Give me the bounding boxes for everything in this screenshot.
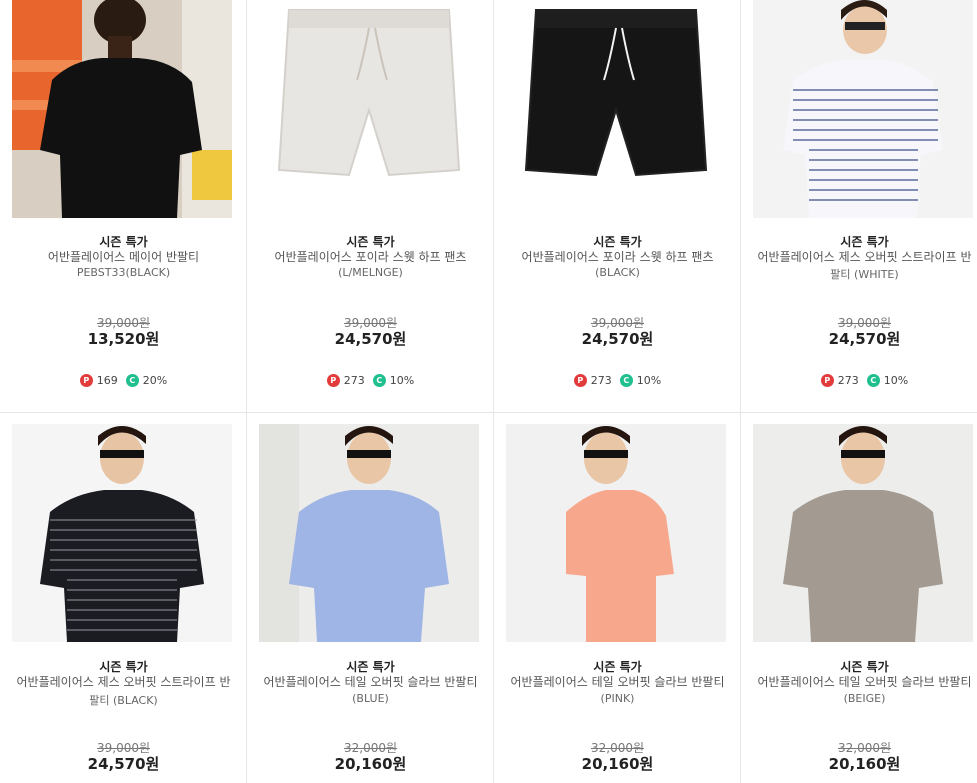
product-image[interactable]: [12, 424, 232, 642]
sale-price: 24,570원: [87, 755, 160, 773]
coupon-value: 10%: [883, 374, 909, 387]
product-card[interactable]: 시즌 특가 어반플레이어스 포이라 스웻 하프 팬츠 (L/MELNGE) 39…: [247, 0, 494, 412]
point-value: 273: [837, 374, 859, 387]
product-name[interactable]: 어반플레이어스 테일 오버핏 슬라브 반팔티: [247, 674, 494, 690]
sale-price: 24,570원: [334, 330, 407, 348]
product-card[interactable]: 시즌 특가 어반플레이어스 테일 오버핏 슬라브 반팔티 (PINK) 32,0…: [494, 413, 741, 783]
product-option: (L/MELNGE): [338, 266, 403, 279]
sale-badge: 시즌 특가: [593, 660, 642, 674]
product-option: (BEIGE): [843, 692, 886, 705]
product-option: PEBST33(BLACK): [76, 266, 171, 279]
product-name[interactable]: 어반플레이어스 테일 오버핏 슬라브 반팔티: [741, 674, 977, 690]
sale-badge: 시즌 특가: [346, 235, 395, 249]
product-option: (BLUE): [352, 692, 389, 705]
product-meta: P 273 C 10%: [247, 374, 494, 387]
product-name[interactable]: 어반플레이어스 포이라 스웻 하프 팬츠: [247, 249, 494, 265]
sale-price: 20,160원: [334, 755, 407, 773]
point-value: 169: [96, 374, 118, 387]
coupon-icon: C: [372, 374, 386, 387]
product-name[interactable]: 어반플레이어스 메이어 반팔티: [0, 249, 247, 265]
coupon-value: 20%: [142, 374, 168, 387]
product-card[interactable]: 시즌 특가 어반플레이어스 테일 오버핏 슬라브 반팔티 (BEIGE) 32,…: [741, 413, 977, 783]
product-card[interactable]: 시즌 특가 어반플레이어스 포이라 스웻 하프 팬츠 (BLACK) 39,00…: [494, 0, 741, 412]
point-icon: P: [573, 374, 587, 387]
product-image[interactable]: [506, 424, 726, 642]
coupon-value: 10%: [389, 374, 415, 387]
product-name[interactable]: 어반플레이어스 포이라 스웻 하프 팬츠: [494, 249, 741, 265]
product-name[interactable]: 어반플레이어스 제스 오버핏 스트라이프 반: [0, 674, 247, 690]
coupon-value: 10%: [636, 374, 662, 387]
sale-badge: 시즌 특가: [840, 235, 889, 249]
product-card[interactable]: 시즌 특가 어반플레이어스 메이어 반팔티 PEBST33(BLACK) 39,…: [0, 0, 247, 412]
product-image[interactable]: [12, 0, 232, 218]
product-option: (BLACK): [595, 266, 640, 279]
product-name[interactable]: 어반플레이어스 제스 오버핏 스트라이프 반: [741, 249, 977, 265]
product-image[interactable]: [259, 424, 479, 642]
point-value: 273: [590, 374, 612, 387]
product-meta: P 169 C 20%: [0, 374, 247, 387]
sale-badge: 시즌 특가: [99, 660, 148, 674]
sale-price: 24,570원: [828, 330, 901, 348]
sale-badge: 시즌 특가: [99, 235, 148, 249]
product-option: 팔티 (WHITE): [830, 268, 899, 281]
point-value: 273: [343, 374, 365, 387]
product-grid: 시즌 특가 어반플레이어스 메이어 반팔티 PEBST33(BLACK) 39,…: [0, 0, 977, 783]
sale-price: 20,160원: [581, 755, 654, 773]
sale-badge: 시즌 특가: [346, 660, 395, 674]
sale-badge: 시즌 특가: [840, 660, 889, 674]
product-option: (PINK): [600, 692, 635, 705]
product-name[interactable]: 어반플레이어스 테일 오버핏 슬라브 반팔티: [494, 674, 741, 690]
product-image[interactable]: [259, 0, 479, 218]
product-card[interactable]: 시즌 특가 어반플레이어스 테일 오버핏 슬라브 반팔티 (BLUE) 32,0…: [247, 413, 494, 783]
sale-price: 24,570원: [581, 330, 654, 348]
coupon-icon: C: [125, 374, 139, 387]
product-image[interactable]: [753, 424, 973, 642]
sale-price: 13,520원: [87, 330, 160, 348]
coupon-icon: C: [866, 374, 880, 387]
product-meta: P 273 C 10%: [741, 374, 977, 387]
sale-badge: 시즌 특가: [593, 235, 642, 249]
product-image[interactable]: [506, 0, 726, 218]
point-icon: P: [326, 374, 340, 387]
product-meta: P 273 C 10%: [494, 374, 741, 387]
product-card[interactable]: 시즌 특가 어반플레이어스 제스 오버핏 스트라이프 반 팔티 (BLACK) …: [0, 413, 247, 783]
sale-price: 20,160원: [828, 755, 901, 773]
product-card[interactable]: 시즌 특가 어반플레이어스 제스 오버핏 스트라이프 반 팔티 (WHITE) …: [741, 0, 977, 412]
point-icon: P: [820, 374, 834, 387]
product-image[interactable]: [753, 0, 973, 218]
product-option: 팔티 (BLACK): [89, 694, 158, 707]
point-icon: P: [79, 374, 93, 387]
coupon-icon: C: [619, 374, 633, 387]
